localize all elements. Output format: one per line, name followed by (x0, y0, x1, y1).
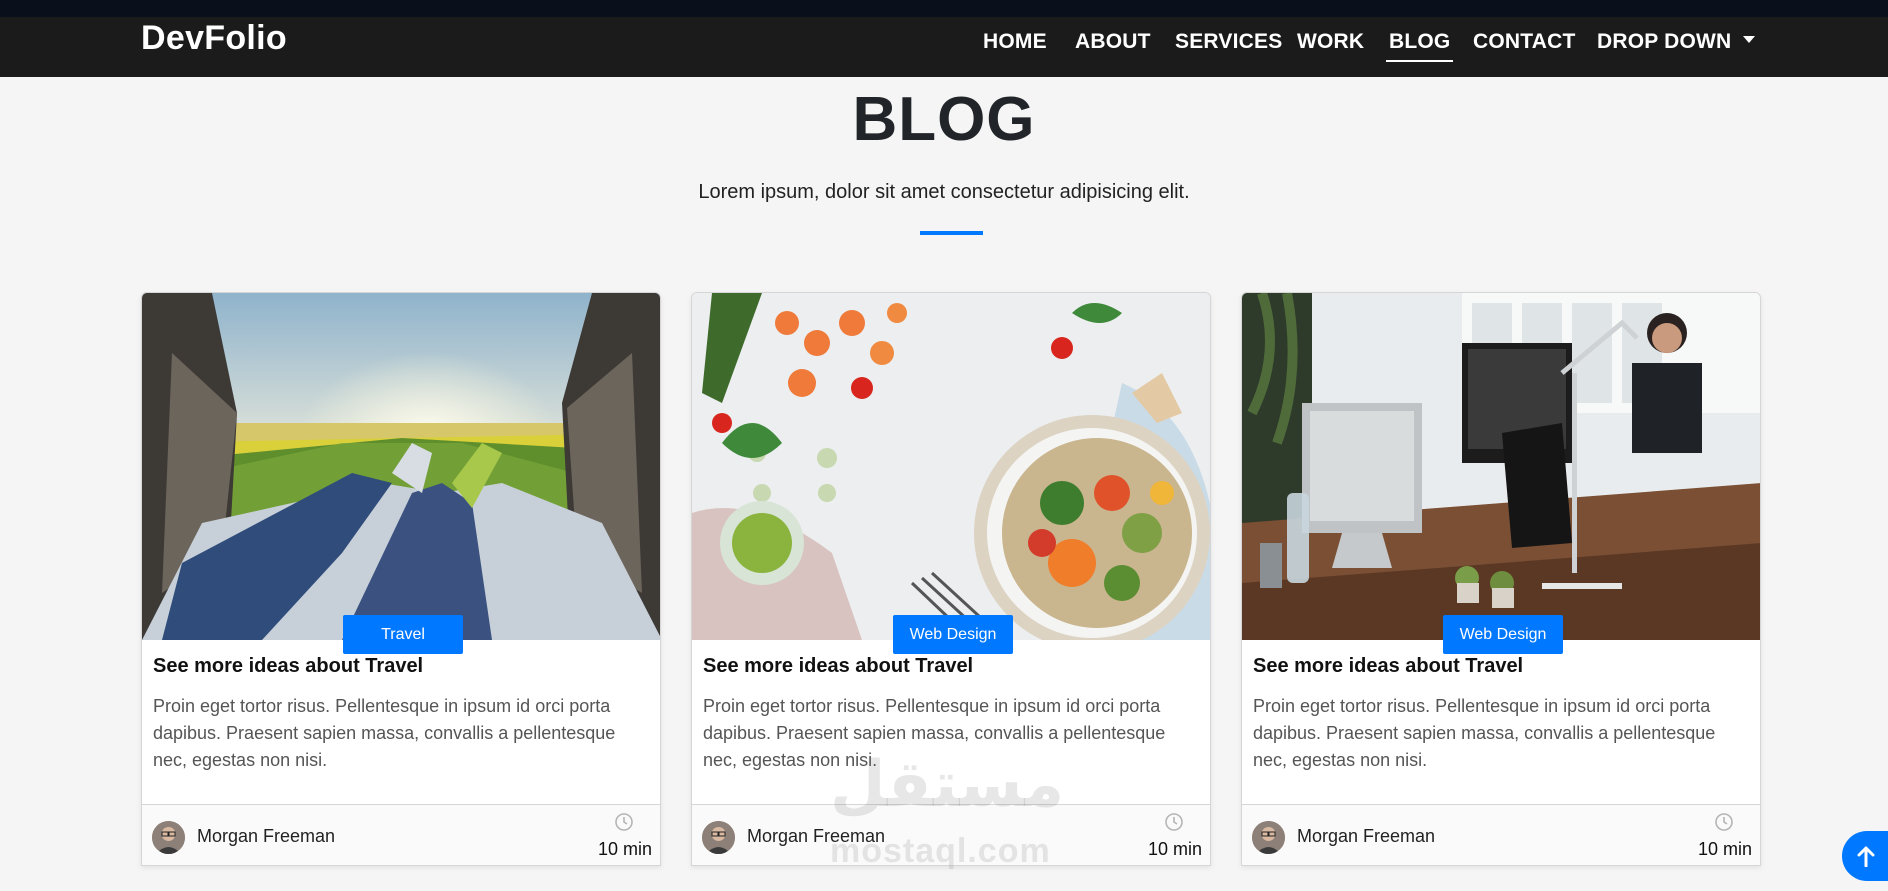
clock-icon (615, 813, 633, 831)
page-title: BLOG (852, 85, 1036, 154)
page-subtitle: Lorem ipsum, dolor sit amet consectetur … (698, 181, 1190, 203)
author-name[interactable]: Morgan Freeman (1297, 826, 1435, 847)
card-title[interactable]: See more ideas about Travel (153, 655, 423, 678)
read-time: 10 min (597, 839, 652, 859)
travel-photo[interactable] (142, 293, 660, 640)
card-title[interactable]: See more ideas about Travel (1253, 655, 1523, 678)
nav-blog[interactable]: BLOG (1385, 27, 1454, 62)
read-time: 10 min (1697, 839, 1752, 859)
brand-logo[interactable]: DevFolio (141, 17, 287, 59)
arrow-up-icon (1857, 846, 1875, 867)
nav-services[interactable]: SERVICES (1175, 27, 1282, 57)
nav-about[interactable]: ABOUT (1075, 27, 1151, 57)
author-name[interactable]: Morgan Freeman (197, 826, 335, 847)
nav-contact[interactable]: CONTACT (1473, 27, 1576, 57)
card-footer: Morgan Freeman 10 min (1242, 804, 1760, 865)
card-excerpt: Proin eget tortor risus. Pellentesque in… (153, 696, 616, 770)
category-badge[interactable]: Web Design (1443, 615, 1563, 654)
watermark-latin: mostaql.com (830, 832, 1051, 870)
navbar: DevFolio HOME ABOUT SERVICES WORK BLOG C… (0, 17, 1888, 77)
category-badge[interactable]: Web Design (893, 615, 1013, 654)
card-title[interactable]: See more ideas about Travel (703, 655, 973, 678)
author-avatar (702, 821, 735, 854)
card-excerpt: Proin eget tortor risus. Pellentesque in… (1253, 696, 1716, 770)
author-avatar (152, 821, 185, 854)
caret-down-icon (1743, 35, 1756, 43)
blog-card[interactable]: Web Design See more ideas about Travel P… (1241, 292, 1761, 866)
top-strip (0, 0, 1888, 17)
nav-home[interactable]: HOME (983, 27, 1047, 57)
watermark-arabic: مستقل (830, 748, 1065, 822)
author-avatar (1252, 821, 1285, 854)
category-badge[interactable]: Travel (343, 615, 463, 654)
nav-dropdown-label: DROP DOWN (1597, 30, 1732, 53)
food-photo[interactable] (692, 293, 1210, 640)
blog-card[interactable]: Travel See more ideas about Travel Proin… (141, 292, 661, 866)
office-photo[interactable] (1242, 293, 1760, 640)
title-underline (920, 231, 983, 235)
card-footer: Morgan Freeman 10 min (142, 804, 660, 865)
read-time: 10 min (1147, 839, 1202, 859)
back-to-top-button[interactable] (1842, 831, 1888, 881)
clock-icon (1715, 813, 1733, 831)
clock-icon (1165, 813, 1183, 831)
nav-work[interactable]: WORK (1297, 27, 1364, 57)
nav-dropdown[interactable]: DROP DOWN (1597, 27, 1756, 57)
